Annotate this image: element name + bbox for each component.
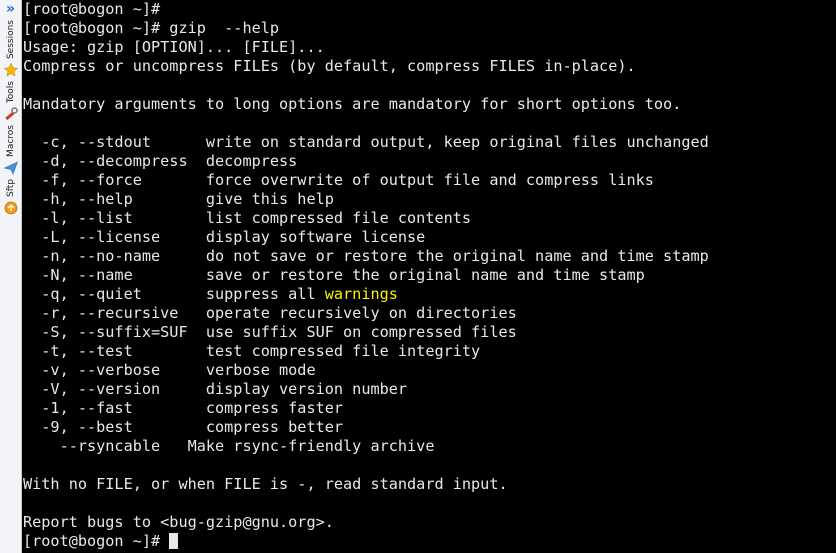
sidebar-item-sessions[interactable]: Sessions	[0, 18, 21, 79]
sidebar-item-label: Sftp	[5, 179, 16, 198]
terminal-line: -L, --license display software license	[23, 228, 426, 246]
paper-plane-icon	[3, 160, 19, 176]
terminal-line: -c, --stdout write on standard output, k…	[23, 133, 709, 151]
sidebar-item-label: Macros	[5, 125, 16, 158]
terminal-line: -S, --suffix=SUF use suffix SUF on compr…	[23, 323, 517, 341]
terminal-prompt-line[interactable]: [root@bogon ~]#	[23, 532, 836, 551]
sidebar-item-label: Tools	[5, 81, 16, 104]
terminal-line: [root@bogon ~]#	[23, 0, 161, 18]
terminal-line: -V, --version display version number	[23, 380, 408, 398]
terminal-line: Usage: gzip [OPTION]... [FILE]...	[23, 38, 325, 56]
terminal-line: -N, --name save or restore the original …	[23, 266, 645, 284]
terminal-line: -h, --help give this help	[23, 190, 334, 208]
terminal-line: -r, --recursive operate recursively on d…	[23, 304, 517, 322]
terminal-line: -v, --verbose verbose mode	[23, 361, 316, 379]
text-cursor	[169, 533, 179, 549]
side-toolbar: » Sessions Tools Macros Sftp	[0, 0, 22, 553]
terminal-line: --rsyncable Make rsync-friendly archive	[23, 437, 435, 455]
terminal-line: Report bugs to <bug-gzip@gnu.org>.	[23, 513, 334, 531]
tools-icon	[3, 106, 19, 122]
sidebar-item-label: Sessions	[5, 20, 16, 60]
terminal-line: -l, --list list compressed file contents	[23, 209, 472, 227]
terminal-line-quiet: -q, --quiet suppress all warnings	[23, 285, 836, 304]
terminal-line: [root@bogon ~]# gzip --help	[23, 19, 280, 37]
terminal-line: -9, --best compress better	[23, 418, 344, 436]
sidebar-item-macros[interactable]: Macros	[0, 123, 21, 177]
terminal-line: -n, --no-name do not save or restore the…	[23, 247, 709, 265]
terminal-line: -d, --decompress decompress	[23, 152, 298, 170]
terminal-line: -1, --fast compress faster	[23, 399, 344, 417]
prompt-text: [root@bogon ~]#	[23, 532, 170, 550]
terminal-text: -q, --quiet suppress all	[23, 285, 325, 303]
terminal-line: Compress or uncompress FILEs (by default…	[23, 57, 636, 75]
terminal-line: -t, --test test compressed file integrit…	[23, 342, 481, 360]
highlighted-word: warnings	[324, 285, 398, 303]
double-chevron-icon: »	[5, 1, 16, 17]
sftp-icon	[3, 200, 19, 216]
terminal-output[interactable]: [root@bogon ~]# [root@bogon ~]# gzip --h…	[22, 0, 836, 553]
star-icon	[3, 62, 19, 78]
terminal-line: Mandatory arguments to long options are …	[23, 95, 682, 113]
mobaxterm-window: » Sessions Tools Macros Sftp [root@bogon…	[0, 0, 836, 553]
sidebar-item-sftp[interactable]: Sftp	[0, 177, 21, 217]
sidebar-item-tools[interactable]: Tools	[0, 79, 21, 123]
terminal-line: -f, --force force overwrite of output fi…	[23, 171, 654, 189]
collapse-sidebar-button[interactable]: »	[0, 0, 21, 18]
terminal-line: With no FILE, or when FILE is -, read st…	[23, 475, 508, 493]
